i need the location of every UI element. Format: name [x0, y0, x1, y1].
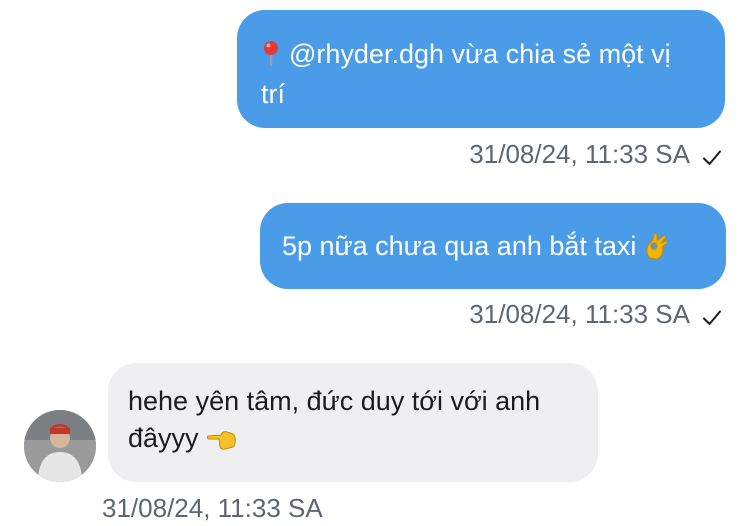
timestamp-text: 31/08/24, 11:33 SA	[469, 139, 690, 169]
message-text-line-1: hehe yên tâm, đức duy tới với anh	[128, 386, 541, 416]
outgoing-message-bubble[interactable]: @rhyder.dgh vừa chia sẻ một vị trí	[237, 10, 725, 128]
location-pin-icon	[261, 39, 281, 76]
ok-hand-emoji	[644, 232, 670, 270]
backhand-point-left-emoji	[206, 425, 237, 462]
check-icon	[702, 142, 722, 174]
message-text-line-2: đâyyy	[128, 420, 578, 462]
message-text: 5p nữa chưa qua anh bắt taxi	[282, 231, 637, 261]
message-timestamp: 31/08/24, 11:33 SA	[469, 138, 722, 174]
message-timestamp: 31/08/24, 11:33 SA	[469, 298, 722, 334]
message-text-line-1: @rhyder.dgh vừa chia sẻ một vị	[261, 36, 701, 76]
message-text: đâyyy	[128, 423, 199, 453]
sender-avatar[interactable]	[24, 410, 96, 482]
check-icon	[702, 302, 722, 334]
location-share-text: vừa chia sẻ một vị	[444, 39, 671, 69]
username-mention[interactable]: @rhyder.dgh	[289, 39, 444, 69]
outgoing-message-bubble[interactable]: 5p nữa chưa qua anh bắt taxi	[260, 203, 726, 289]
message-text-line-2: trí	[261, 79, 285, 109]
incoming-message-bubble[interactable]: hehe yên tâm, đức duy tới với anh đâyyy	[108, 363, 598, 482]
timestamp-text: 31/08/24, 11:33 SA	[469, 299, 690, 329]
message-timestamp: 31/08/24, 11:33 SA	[102, 493, 323, 523]
